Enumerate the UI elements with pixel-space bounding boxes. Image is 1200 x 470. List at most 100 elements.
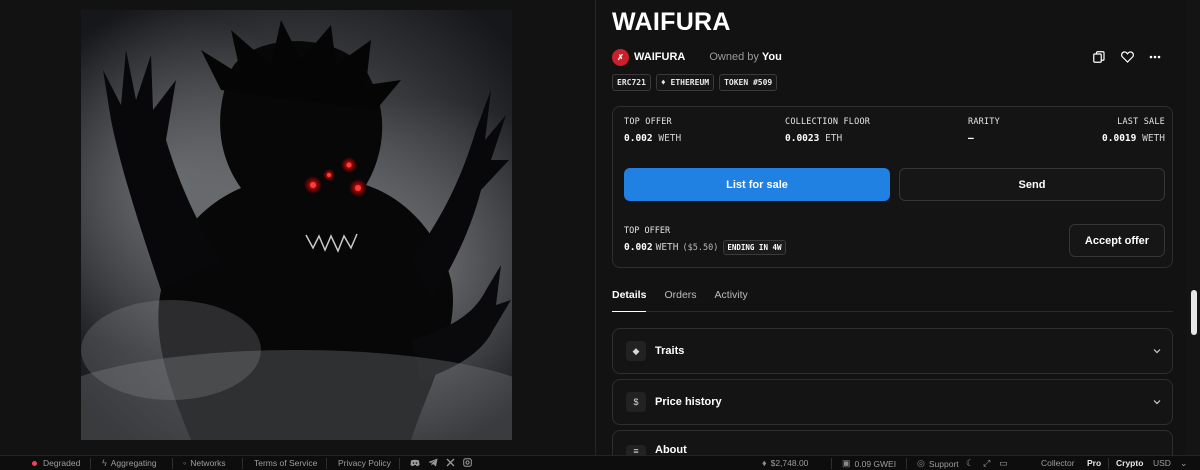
collector-mode[interactable]: Collector [1041,458,1075,468]
about-accordion[interactable]: ≡ About [612,430,1173,456]
eth-price-value: $2,748.00 [770,458,809,468]
stat-unit: WETH [658,133,682,144]
stat-label: COLLECTION FLOOR [785,117,871,127]
stat-value: 0.0019 [1102,133,1137,144]
status-divider [906,458,907,469]
stat-unit: WETH [1142,133,1165,144]
top-offer-value: 0.002 [624,242,653,253]
top-offer-usd: ($5.50) [682,242,719,253]
token-chips: ERC721 ♦ ETHEREUM TOKEN #509 [612,74,778,91]
send-button[interactable]: Send [899,168,1165,201]
network-icon: ◦ [183,458,187,468]
status-aggregating-label: Aggregating [110,458,157,468]
artwork-illustration [81,10,512,440]
more-icon[interactable] [1146,48,1164,66]
stat-unit: ETH [825,133,843,144]
owned-by-label: Owned by [709,51,759,63]
status-divider [90,458,91,469]
top-offer-summary: TOP OFFER 0.002 WETH ($5.50) ENDING IN 4… [624,226,786,255]
fuel-icon: ▣ [842,458,851,468]
moon-icon[interactable]: ☾ [966,458,974,469]
tab-details[interactable]: Details [612,286,647,312]
terms-link[interactable]: Terms of Service [254,458,317,468]
accept-offer-button[interactable]: Accept offer [1069,224,1165,257]
stat-value: 0.002 [624,133,653,144]
stat-last-sale: LAST SALE 0.0019 WETH [1102,117,1165,144]
gas-price: ▣ 0.09 GWEI [842,458,896,469]
gas-price-value: 0.09 GWEI [854,458,897,469]
discord-icon[interactable] [410,459,420,467]
status-networks[interactable]: ◦ Networks [183,458,226,468]
offer-card: TOP OFFER 0.002 WETH COLLECTION FLOOR 0.… [612,106,1173,268]
tab-orders[interactable]: Orders [664,286,696,312]
status-degraded[interactable]: Degraded [32,458,80,468]
social-links [410,458,472,467]
accordion-label: Price history [655,396,722,408]
crypto-currency[interactable]: Crypto [1116,458,1143,468]
status-divider [172,458,173,469]
status-divider [326,458,327,469]
status-networks-label: Networks [190,458,226,468]
support-link[interactable]: ◎ Support [917,458,959,469]
status-divider [1108,458,1109,469]
top-offer-label: TOP OFFER [624,226,671,236]
item-title: WAIFURA [612,8,731,36]
status-divider [831,458,832,469]
stat-label: RARITY [968,117,1000,127]
nft-artwork[interactable] [81,10,512,440]
chevron-down-icon [1153,349,1161,354]
instagram-icon[interactable] [463,458,472,467]
usd-currency[interactable]: USD [1153,458,1171,468]
item-actions [1090,48,1164,66]
status-dot-icon [32,460,37,466]
traits-accordion[interactable]: ◆ Traits [612,328,1173,374]
scrollbar[interactable] [1187,0,1200,455]
accordion-label: Traits [655,345,685,357]
item-meta: ✗ WAIFURA Owned by You [612,47,782,67]
owner-link[interactable]: You [762,51,782,63]
tab-activity[interactable]: Activity [715,286,748,312]
status-degraded-label: Degraded [43,458,81,468]
chevron-down-icon [1153,400,1161,405]
price-history-accordion[interactable]: $ Price history [612,379,1173,425]
pro-mode[interactable]: Pro [1087,458,1101,468]
chain-chip[interactable]: ♦ ETHEREUM [655,74,715,91]
ending-badge: ENDING IN 4W [723,240,786,255]
dollar-icon: $ [626,392,646,412]
list-for-sale-button[interactable]: List for sale [624,168,890,201]
stat-top-offer: TOP OFFER 0.002 WETH [624,117,681,144]
stats-row: TOP OFFER 0.002 WETH COLLECTION FLOOR 0.… [624,117,1165,151]
heart-icon[interactable] [1118,48,1136,66]
status-divider [242,458,243,469]
status-bar: Degraded ϟ Aggregating ◦ Networks Terms … [0,455,1200,470]
standard-chip: ERC721 [612,74,651,91]
support-label: Support [928,458,959,469]
stat-collection-floor: COLLECTION FLOOR 0.0023 ETH [785,117,870,144]
expand-icon[interactable]: ⤢ [983,458,990,469]
sidebar-icon[interactable]: ▭ [999,458,1008,469]
details-pane: WAIFURA ✗ WAIFURA Owned by You ERC721 ♦ … [597,0,1187,456]
chevron-down-icon[interactable]: ⌄ [1180,458,1188,469]
status-divider [399,458,400,469]
stat-label: TOP OFFER [624,117,672,127]
stat-value: 0.0023 [785,133,820,144]
traits-icon: ◆ [626,341,646,361]
copy-icon[interactable] [1090,48,1108,66]
stat-rarity: RARITY – [968,117,1000,144]
bolt-icon: ϟ [102,458,107,468]
stat-label: LAST SALE [1117,117,1165,127]
collection-link[interactable]: WAIFURA [634,51,685,63]
x-icon[interactable] [446,458,455,467]
ethereum-icon: ♦ [762,458,767,468]
collection-avatar[interactable]: ✗ [612,48,629,66]
token-id-chip: TOKEN #509 [719,74,778,91]
eth-price: ♦ $2,748.00 [762,458,808,468]
scrollbar-thumb[interactable] [1191,290,1197,335]
top-offer-unit: WETH [655,242,679,253]
display-toggles: ☾ ⤢ ▭ [966,458,1008,469]
privacy-link[interactable]: Privacy Policy [338,458,391,468]
stat-value: – [968,133,974,144]
telegram-icon[interactable] [428,458,438,467]
media-pane [0,0,596,455]
status-aggregating[interactable]: ϟ Aggregating [102,458,157,468]
